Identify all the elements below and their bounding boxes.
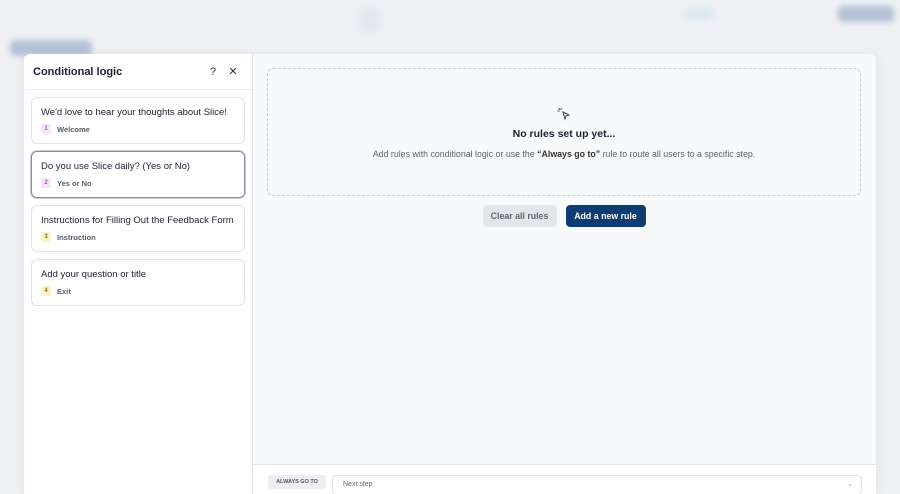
conditional-logic-modal: Conditional logic ? ✕ We'd love to hear … — [24, 54, 876, 494]
desc-bold: “Always go to” — [537, 149, 601, 159]
step-type: Exit — [57, 286, 71, 296]
rules-area: No rules set up yet... Add rules with co… — [253, 54, 876, 464]
steps-panel: Conditional logic ? ✕ We'd love to hear … — [24, 54, 253, 494]
step-card[interactable]: We'd love to hear your thoughts about Sl… — [31, 97, 245, 144]
step-number: 4 — [41, 286, 51, 296]
select-value: Next step — [343, 481, 373, 488]
step-type: Instruction — [57, 232, 96, 242]
panel-header: Conditional logic ? ✕ — [24, 54, 252, 90]
desc-text: rule to route all users to a specific st… — [600, 149, 756, 159]
add-new-rule-button[interactable]: Add a new rule — [565, 205, 646, 227]
step-type: Welcome — [57, 124, 90, 134]
step-title: We'd love to hear your thoughts about Sl… — [41, 107, 227, 118]
help-icon[interactable]: ? — [203, 66, 223, 78]
step-number: 3 — [41, 232, 51, 242]
empty-title: No rules set up yet... — [512, 128, 616, 140]
chevron-down-icon: ⌄ — [847, 481, 853, 488]
step-title: Instructions for Filling Out the Feedbac… — [41, 215, 234, 226]
always-go-to-badge: ALWAYS GO TO — [268, 475, 326, 489]
step-card-selected[interactable]: Do you use Slice daily? (Yes or No) 2 Yes… — [31, 151, 245, 198]
step-type: Yes or No — [57, 178, 92, 188]
step-card[interactable]: Instructions for Filling Out the Feedbac… — [31, 205, 245, 252]
empty-state: No rules set up yet... Add rules with co… — [267, 68, 861, 196]
empty-description: Add rules with conditional logic or use … — [268, 149, 860, 159]
always-go-to-bar: ALWAYS GO TO Next step ⌄ — [253, 464, 876, 494]
clear-all-rules-button[interactable]: Clear all rules — [482, 205, 557, 227]
desc-text: Add rules with conditional logic or use … — [372, 149, 538, 159]
close-icon[interactable]: ✕ — [223, 65, 243, 78]
step-title: Do you use Slice daily? (Yes or No) — [41, 161, 191, 172]
step-number: 1 — [41, 124, 51, 134]
cursor-click-icon — [268, 107, 860, 124]
next-step-select[interactable]: Next step ⌄ — [332, 475, 862, 494]
panel-title: Conditional logic — [33, 65, 123, 78]
step-card[interactable]: Add your question or title 4 Exit — [31, 259, 245, 306]
step-number: 2 — [41, 178, 51, 188]
step-title: Add your question or title — [41, 269, 147, 280]
